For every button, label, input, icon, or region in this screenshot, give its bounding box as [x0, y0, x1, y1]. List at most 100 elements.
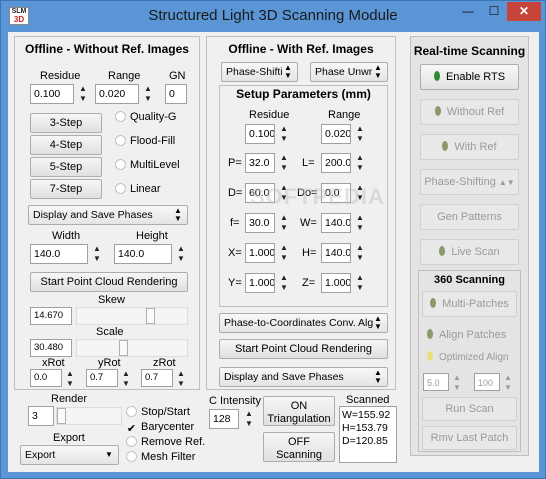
- export-select[interactable]: Export ▼: [20, 445, 119, 465]
- title-bar[interactable]: SLM 3D Structured Light 3D Scanning Modul…: [1, 1, 545, 31]
- skew-value[interactable]: 14.670: [30, 307, 72, 325]
- spin-up-icon[interactable]: ▲: [354, 243, 366, 253]
- spin-up-icon[interactable]: ▲: [175, 244, 187, 254]
- align-value-a-spinner[interactable]: ▲ ▼: [451, 373, 463, 393]
- spin-down-icon[interactable]: ▼: [278, 253, 290, 263]
- phase-unwrapping-select[interactable]: Phase Unwr ▲ ▼: [310, 62, 388, 82]
- multi-patches-button[interactable]: Multi-Patches: [422, 291, 517, 317]
- spin-down-icon[interactable]: ▼: [278, 163, 290, 173]
- range-spinner[interactable]: ▲ ▼: [142, 84, 154, 104]
- param-w-input[interactable]: 140.0: [321, 213, 351, 233]
- param-h-input[interactable]: 140.0: [321, 243, 351, 263]
- spin-up-icon[interactable]: ▲: [354, 153, 366, 163]
- step-7-button[interactable]: 7-Step: [30, 179, 102, 199]
- radio-quality-g[interactable]: Quality-G: [115, 111, 176, 123]
- spin-up-icon[interactable]: ▲: [278, 153, 290, 163]
- start-rendering-button[interactable]: Start Point Cloud Rendering: [30, 272, 188, 292]
- residue-spinner[interactable]: ▲ ▼: [77, 84, 89, 104]
- spin-down-icon[interactable]: ▼: [278, 223, 290, 233]
- spin-down-icon[interactable]: ▼: [354, 283, 366, 293]
- triangulation-toggle-button[interactable]: ON Triangulation: [263, 396, 335, 426]
- gen-patterns-button[interactable]: Gen Patterns: [420, 204, 519, 230]
- spin-down-icon[interactable]: ▼: [354, 134, 366, 144]
- param-x-spinner[interactable]: ▲ ▼: [278, 243, 290, 263]
- minimize-icon[interactable]: —: [455, 2, 481, 21]
- maximize-icon[interactable]: ☐: [481, 2, 507, 21]
- spin-up-icon[interactable]: ▲: [142, 84, 154, 94]
- spin-down-icon[interactable]: ▼: [451, 383, 463, 393]
- param-p-input[interactable]: 32.0: [245, 153, 275, 173]
- render-value[interactable]: 3: [28, 406, 54, 426]
- display-phases-ref-select[interactable]: Display and Save Phases ▲ ▼: [219, 367, 388, 387]
- phase-shifting-select[interactable]: Phase-Shifti ▲ ▼: [221, 62, 298, 82]
- scale-slider-thumb[interactable]: [119, 340, 128, 356]
- spin-up-icon[interactable]: ▲: [77, 84, 89, 94]
- render-slider-thumb[interactable]: [57, 408, 66, 424]
- param-z-spinner[interactable]: ▲ ▼: [354, 273, 366, 293]
- run-scan-button[interactable]: Run Scan: [422, 397, 517, 421]
- param-l-input[interactable]: 200.0: [321, 153, 351, 173]
- spin-up-icon[interactable]: ▲: [91, 244, 103, 254]
- param-z-input[interactable]: 1.000: [321, 273, 351, 293]
- spin-up-icon[interactable]: ▲: [175, 369, 187, 379]
- spin-up-icon[interactable]: ▲: [278, 124, 290, 134]
- spin-up-icon[interactable]: ▲: [354, 124, 366, 134]
- param-p-spinner[interactable]: ▲ ▼: [278, 153, 290, 173]
- skew-slider-thumb[interactable]: [146, 308, 155, 324]
- range-input[interactable]: 0.020: [95, 84, 139, 104]
- zrot-spinner[interactable]: ▲ ▼: [175, 369, 187, 388]
- without-ref-button[interactable]: Without Ref: [420, 99, 519, 125]
- setup-range-spinner[interactable]: ▲ ▼: [354, 124, 366, 144]
- skew-slider[interactable]: [76, 307, 188, 325]
- radio-linear[interactable]: Linear: [115, 183, 161, 195]
- spin-down-icon[interactable]: ▼: [354, 253, 366, 263]
- height-input[interactable]: 140.0: [114, 244, 172, 264]
- spin-up-icon[interactable]: ▲: [64, 369, 76, 379]
- height-spinner[interactable]: ▲ ▼: [175, 244, 187, 264]
- enable-rts-button[interactable]: Enable RTS: [420, 64, 519, 90]
- spin-up-icon[interactable]: ▲: [120, 369, 132, 379]
- conversion-algorithm-select[interactable]: Phase-to-Coordinates Conv. Alg ▲ ▼: [219, 313, 388, 333]
- c-intensity-input[interactable]: 128: [209, 409, 239, 429]
- align-value-a-input[interactable]: 5.0: [423, 373, 449, 391]
- radio-flood-fill[interactable]: Flood-Fill: [115, 135, 175, 147]
- spin-down-icon[interactable]: ▼: [278, 134, 290, 144]
- spin-down-icon[interactable]: ▼: [502, 383, 514, 393]
- close-icon[interactable]: ✕: [507, 2, 541, 21]
- align-value-b-input[interactable]: 100: [474, 373, 500, 391]
- spin-down-icon[interactable]: ▼: [278, 283, 290, 293]
- width-input[interactable]: 140.0: [30, 244, 88, 264]
- check-remove-ref[interactable]: Remove Ref.: [126, 436, 205, 448]
- spin-up-icon[interactable]: ▲: [278, 213, 290, 223]
- radio-multilevel[interactable]: MultiLevel: [115, 159, 180, 171]
- spin-down-icon[interactable]: ▼: [243, 419, 255, 429]
- scanning-toggle-button[interactable]: OFF Scanning: [263, 432, 335, 462]
- spin-up-icon[interactable]: ▲: [278, 243, 290, 253]
- remove-last-patch-button[interactable]: Rmv Last Patch: [422, 426, 517, 450]
- scale-value[interactable]: 30.480: [30, 339, 72, 357]
- step-5-button[interactable]: 5-Step: [30, 157, 102, 177]
- align-value-b-spinner[interactable]: ▲ ▼: [502, 373, 514, 393]
- param-y-input[interactable]: 1.000: [245, 273, 275, 293]
- render-slider[interactable]: [56, 407, 122, 425]
- spin-up-icon[interactable]: ▲: [451, 373, 463, 383]
- step-4-button[interactable]: 4-Step: [30, 135, 102, 155]
- residue-input[interactable]: 0.100: [30, 84, 74, 104]
- param-f-input[interactable]: 30.0: [245, 213, 275, 233]
- check-mesh-filter[interactable]: Mesh Filter: [126, 451, 195, 463]
- param-h-spinner[interactable]: ▲ ▼: [354, 243, 366, 263]
- width-spinner[interactable]: ▲ ▼: [91, 244, 103, 264]
- spin-up-icon[interactable]: ▲: [278, 273, 290, 283]
- xrot-spinner[interactable]: ▲ ▼: [64, 369, 76, 388]
- zrot-input[interactable]: 0.7: [141, 369, 173, 387]
- yrot-input[interactable]: 0.7: [86, 369, 118, 387]
- param-f-spinner[interactable]: ▲ ▼: [278, 213, 290, 233]
- spin-down-icon[interactable]: ▼: [142, 94, 154, 104]
- param-l-spinner[interactable]: ▲ ▼: [354, 153, 366, 173]
- spin-down-icon[interactable]: ▼: [354, 223, 366, 233]
- check-stop-start[interactable]: Stop/Start: [126, 406, 190, 418]
- param-x-input[interactable]: 1.000: [245, 243, 275, 263]
- start-rendering-ref-button[interactable]: Start Point Cloud Rendering: [219, 339, 388, 359]
- setup-residue-spinner[interactable]: ▲ ▼: [278, 124, 290, 144]
- spin-down-icon[interactable]: ▼: [77, 94, 89, 104]
